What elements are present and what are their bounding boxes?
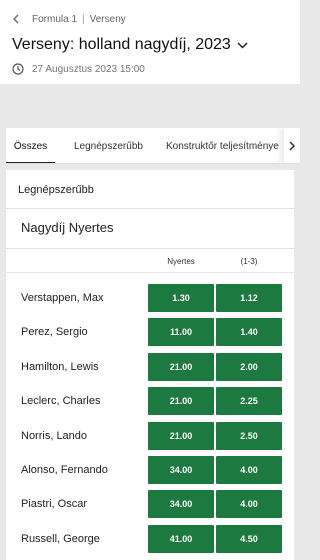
odds-button-winner[interactable]: 1.30 [148,284,214,312]
event-datetime-text: 27 Augusztus 2023 15:00 [32,63,145,75]
event-datetime: 27 Augusztus 2023 15:00 [12,63,145,75]
driver-name: Alonso, Fernando [21,464,108,476]
driver-name: Hamilton, Lewis [21,361,99,373]
table-row: Leclerc, Charles 21.00 2.25 [6,387,294,421]
column-header-top3: (1-3) [240,257,258,266]
chevron-left-icon[interactable] [12,12,22,26]
table-row: Russell, George 41.00 4.50 [6,525,294,559]
odds-button-top3[interactable]: 1.12 [216,284,282,312]
driver-name: Verstappen, Max [21,292,104,304]
odds-button-top3[interactable]: 4.00 [216,490,282,518]
market-card: Legnépszerűbb Nagydíj Nyertes Nyertes (1… [6,170,294,560]
driver-name: Leclerc, Charles [21,395,101,407]
odds-button-top3[interactable]: 1.40 [216,318,282,346]
table-row: Perez, Sergio 11.00 1.40 [6,318,294,352]
odds-button-top3[interactable]: 2.00 [216,353,282,381]
driver-name: Perez, Sergio [21,326,88,338]
tab-osszes[interactable]: Összes [6,128,55,163]
breadcrumb: Formula 1 | Verseny [12,12,126,26]
tab-konstruktor-teljesitmenye[interactable]: Konstruktőr teljesítménye [166,128,279,163]
table-row: Verstappen, Max 1.30 1.12 [6,284,294,318]
market-tabs: Összes Legnépszerűbb Konstruktőr teljesí… [6,128,300,164]
driver-name: Piastri, Oscar [21,498,88,510]
odds-button-winner[interactable]: 21.00 [148,422,214,450]
table-row: Hamilton, Lewis 21.00 2.00 [6,353,294,387]
driver-name: Russell, George [21,533,100,545]
divider [6,208,294,209]
breadcrumb-section[interactable]: Verseny [90,14,126,25]
chevron-down-icon [237,40,249,50]
section-title: Legnépszerűbb [18,184,94,196]
breadcrumb-separator: | [82,13,85,25]
breadcrumb-sport[interactable]: Formula 1 [32,14,77,25]
event-title-dropdown[interactable]: Verseny: holland nagydíj, 2023 [12,36,249,54]
table-row: Alonso, Fernando 34.00 4.00 [6,456,294,490]
divider [6,248,294,249]
driver-name: Norris, Lando [21,430,88,442]
odds-button-winner[interactable]: 41.00 [148,525,214,553]
odds-button-top3[interactable]: 2.25 [216,387,282,415]
tab-legnepszerubb[interactable]: Legnépszerűbb [74,128,143,163]
chevron-right-icon [288,141,295,151]
divider [6,272,294,273]
event-title: Verseny: holland nagydíj, 2023 [12,36,231,53]
table-row: Piastri, Oscar 34.00 4.00 [6,490,294,524]
table-row: Norris, Lando 21.00 2.50 [6,422,294,456]
event-header: Formula 1 | Verseny Verseny: holland nag… [0,0,300,84]
odds-button-winner[interactable]: 34.00 [148,490,214,518]
clock-icon [12,63,24,75]
odds-button-top3[interactable]: 4.50 [216,525,282,553]
odds-button-top3[interactable]: 4.00 [216,456,282,484]
tabs-scroll-right-button[interactable] [284,128,300,163]
column-header-nyertes: Nyertes [167,257,195,266]
market-title: Nagydíj Nyertes [21,220,114,235]
odds-button-winner[interactable]: 21.00 [148,353,214,381]
odds-button-winner[interactable]: 11.00 [148,318,214,346]
odds-button-winner[interactable]: 21.00 [148,387,214,415]
odds-button-winner[interactable]: 34.00 [148,456,214,484]
odds-button-top3[interactable]: 2.50 [216,422,282,450]
